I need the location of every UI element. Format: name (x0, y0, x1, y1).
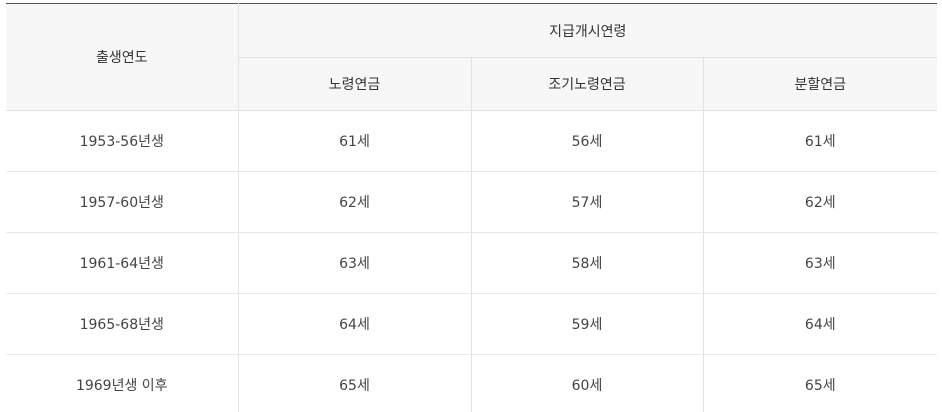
old-age-pension-cell: 64세 (237, 293, 471, 355)
table-body: 1953-56년생 61세 56세 61세 1957-60년생 62세 57세 … (6, 110, 938, 412)
birth-year-cell: 1961-64년생 (6, 232, 238, 294)
table-header: 출생연도 지급개시연령 노령연금 조기노령연금 분할연금 (6, 3, 938, 111)
birth-year-cell: 1965-68년생 (6, 293, 238, 355)
early-old-age-pension-cell: 56세 (470, 110, 703, 172)
split-pension-cell: 65세 (702, 354, 938, 412)
column-header-old-age-pension: 노령연금 (237, 57, 471, 111)
split-pension-cell: 63세 (702, 232, 938, 294)
early-old-age-pension-cell: 58세 (470, 232, 703, 294)
table-row: 1953-56년생 61세 56세 61세 (6, 110, 938, 172)
table-row: 1969년생 이후 65세 60세 65세 (6, 354, 938, 412)
pension-start-age-header: 지급개시연령 (237, 3, 938, 58)
birth-year-cell: 1957-60년생 (6, 171, 238, 233)
birth-year-cell: 1969년생 이후 (75, 377, 168, 394)
column-header-early-old-age-pension: 조기노령연금 (470, 57, 703, 111)
split-pension-cell: 64세 (702, 293, 938, 355)
split-pension-cell: 62세 (702, 171, 938, 233)
old-age-pension-cell: 65세 (237, 354, 471, 412)
table-row: 1965-68년생 64세 59세 64세 (6, 293, 938, 355)
old-age-pension-cell: 61세 (237, 110, 471, 172)
birth-year-cell: 1953-56년생 (6, 110, 238, 172)
pension-age-table: 출생연도 지급개시연령 노령연금 조기노령연금 분할연금 1953-56년생 6… (6, 3, 938, 412)
table-row: 1961-64년생 63세 58세 63세 (6, 232, 938, 294)
column-header-split-pension: 분할연금 (702, 57, 938, 111)
early-old-age-pension-cell: 60세 (470, 354, 703, 412)
old-age-pension-cell: 62세 (237, 171, 471, 233)
early-old-age-pension-cell: 59세 (470, 293, 703, 355)
split-pension-cell: 61세 (702, 110, 938, 172)
birth-year-header: 출생연도 (6, 3, 238, 111)
pension-age-table-container: 출생연도 지급개시연령 노령연금 조기노령연금 분할연금 1953-56년생 6… (6, 3, 938, 412)
early-old-age-pension-cell: 57세 (470, 171, 703, 233)
table-row: 1957-60년생 62세 57세 62세 (6, 171, 938, 233)
old-age-pension-cell: 63세 (237, 232, 471, 294)
header-row-top: 출생연도 지급개시연령 (6, 3, 938, 111)
